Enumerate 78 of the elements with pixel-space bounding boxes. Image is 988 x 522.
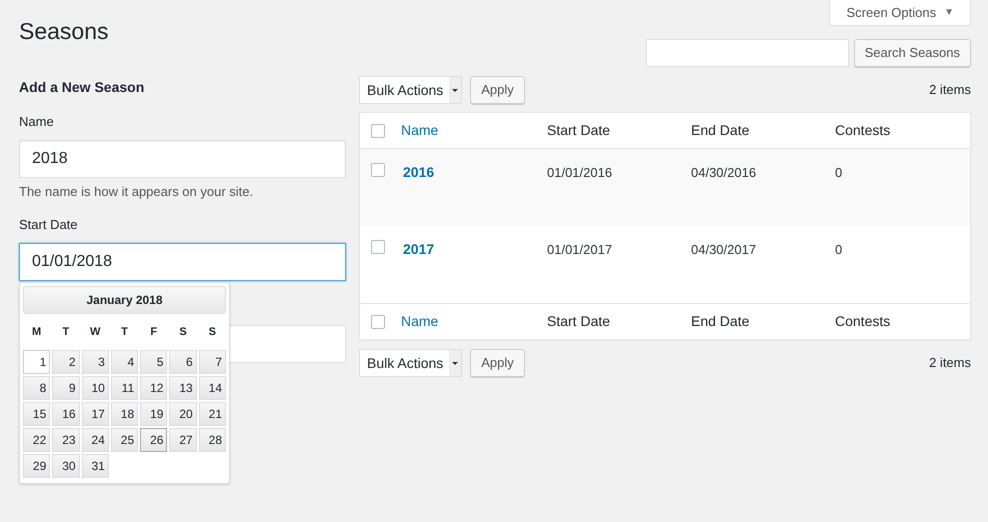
bulk-actions-dropdown[interactable]: Bulk Actions [359, 76, 462, 104]
row-title-link[interactable]: 2017 [403, 241, 434, 257]
day-button[interactable]: 6 [169, 350, 197, 374]
field-label: Start Date [19, 216, 79, 234]
day-button[interactable]: 5 [140, 350, 168, 374]
column-header: End Date [691, 122, 750, 138]
table-cell: 01/01/2017 [547, 242, 612, 257]
day-button[interactable]: 26 [140, 428, 168, 452]
apply-button[interactable]: Apply [470, 76, 525, 104]
day-button[interactable]: 2 [52, 350, 80, 374]
month-title: January 2018 [23, 286, 226, 314]
day-button[interactable]: 24 [82, 428, 109, 452]
day-button[interactable]: 4 [110, 350, 138, 374]
table-cell: 0 [835, 165, 842, 180]
weekday-label: S [208, 324, 218, 340]
screen-options-button[interactable]: Screen Options ▼ [829, 0, 971, 26]
weekday-label: W [89, 324, 102, 340]
day-button[interactable]: 22 [23, 428, 50, 452]
table-cell: 01/01/2016 [547, 165, 612, 180]
day-button[interactable]: 27 [169, 428, 197, 452]
day-button[interactable]: 19 [140, 402, 168, 426]
day-button[interactable]: 25 [110, 428, 138, 452]
column-header: Start Date [547, 312, 610, 328]
form-heading: Add a New Season [19, 78, 146, 97]
day-button[interactable]: 13 [169, 376, 197, 400]
column-header: End Date [691, 312, 750, 328]
day-button[interactable]: 14 [198, 376, 226, 400]
day-button[interactable]: 3 [82, 350, 109, 374]
item-count: 2 items [929, 354, 971, 372]
checkbox[interactable] [371, 124, 385, 138]
day-button[interactable]: 21 [198, 402, 226, 426]
day-button[interactable]: 28 [198, 428, 226, 452]
field-label: Name [19, 113, 55, 131]
sort-link[interactable]: Name [401, 312, 438, 328]
day-button[interactable]: 9 [52, 376, 80, 400]
apply-button[interactable]: Apply [470, 349, 525, 377]
table-cell: 04/30/2017 [691, 242, 756, 257]
column-header: Contests [835, 312, 890, 328]
weekday-label: T [62, 324, 70, 340]
caret-icon: ▼ [944, 5, 954, 20]
day-button[interactable]: 31 [82, 454, 109, 478]
column-header: Start Date [547, 122, 610, 138]
day-button[interactable]: 7 [198, 350, 226, 374]
day-button[interactable]: 17 [82, 402, 109, 426]
caret-icon [449, 77, 462, 103]
day-button[interactable]: 18 [110, 402, 138, 426]
bulk-actions-dropdown[interactable]: Bulk Actions [359, 349, 462, 377]
day-button[interactable]: 23 [52, 428, 80, 452]
day-button[interactable]: 15 [23, 402, 50, 426]
checkbox[interactable] [371, 314, 385, 328]
table-cell: 0 [835, 242, 842, 257]
caret-icon [449, 350, 462, 376]
weekday-label: F [149, 324, 158, 340]
search-button[interactable]: Search Seasons [854, 39, 971, 67]
item-count: 2 items [929, 81, 971, 100]
weekday-label: M [31, 324, 42, 340]
day-button[interactable]: 8 [23, 376, 50, 400]
name-field[interactable]: 2018 [19, 140, 346, 178]
day-button[interactable]: 20 [169, 402, 197, 426]
day-button[interactable]: 16 [52, 402, 80, 426]
day-button[interactable]: 29 [23, 454, 50, 478]
field-hint: The name is how it appears on your site. [19, 182, 254, 201]
day-button[interactable]: 1 [23, 350, 50, 374]
day-button[interactable]: 10 [82, 376, 109, 400]
page-title: Seasons [19, 17, 109, 45]
weekday-label: S [178, 324, 188, 340]
row-title-link[interactable]: 2016 [403, 164, 434, 180]
day-button[interactable]: 11 [110, 376, 138, 400]
day-button[interactable]: 30 [52, 454, 80, 478]
weekday-label: T [120, 324, 129, 340]
day-button[interactable]: 12 [140, 376, 168, 400]
sort-link[interactable]: Name [401, 122, 438, 138]
table-cell: 04/30/2016 [691, 165, 756, 180]
checkbox[interactable] [371, 163, 385, 177]
search-field[interactable] [646, 39, 849, 67]
checkbox[interactable] [371, 240, 385, 254]
column-header: Contests [835, 122, 890, 138]
date-field[interactable]: 01/01/2018 [19, 242, 346, 280]
